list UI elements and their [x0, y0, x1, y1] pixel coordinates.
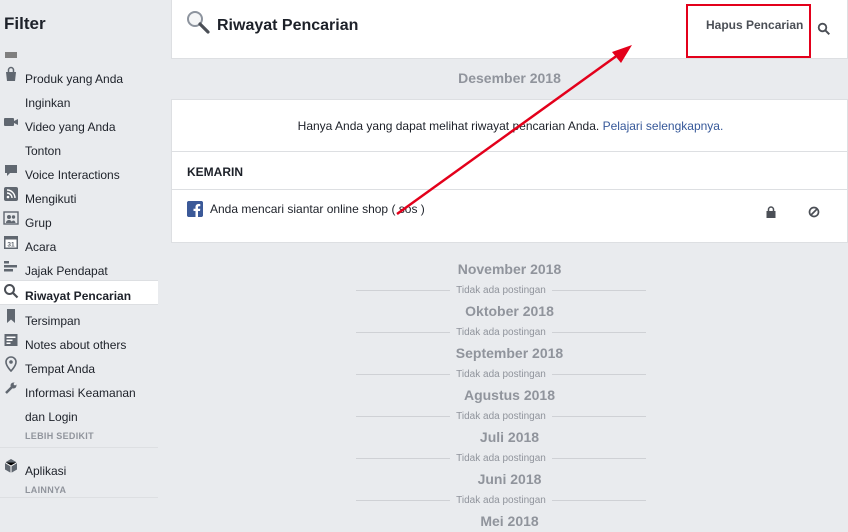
month-heading: Juni 2018 [477, 471, 542, 487]
video-camera-icon [4, 118, 18, 126]
sidebar-item-acara[interactable]: 31 Acara [0, 232, 158, 256]
month-heading: Agustus 2018 [463, 387, 556, 403]
sidebar-divider [0, 497, 158, 498]
svg-text:31: 31 [7, 242, 15, 249]
shopping-bag-icon [6, 66, 16, 81]
month-heading: November 2018 [457, 261, 562, 277]
sidebar-item-tempat[interactable]: Tempat Anda [0, 354, 158, 378]
section-title: KEMARIN [187, 165, 243, 179]
empty-label: Tidak ada postingan [171, 327, 831, 338]
partial-icon [5, 52, 17, 58]
month-heading: Juli 2018 [479, 429, 540, 445]
sidebar-item-tersimpan[interactable]: Tersimpan [0, 306, 158, 330]
empty-label: Tidak ada postingan [171, 411, 831, 422]
search-entry-text[interactable]: Anda mencari siantar online shop ( sos ) [210, 202, 425, 216]
sidebar-item-notes[interactable]: Notes about others [0, 330, 158, 354]
empty-label: Tidak ada postingan [171, 495, 831, 506]
group-icon [3, 211, 19, 225]
search-icon [4, 284, 19, 299]
sidebar-title: Filter [4, 14, 46, 33]
cube-icon [4, 459, 18, 473]
less-link[interactable]: LEBIH SEDIKIT [25, 431, 94, 441]
header-card: Riwayat Pencarian Hapus Pencarian [171, 0, 848, 59]
month-heading: Desember 2018 [458, 70, 561, 86]
remove-icon[interactable] [808, 206, 820, 218]
month-heading: Oktober 2018 [465, 303, 554, 319]
sidebar-item-produk[interactable]: Produk yang Anda Inginkan [0, 64, 158, 112]
sidebar-item-mengikuti[interactable]: Mengikuti [0, 184, 158, 208]
sidebar-item-jajak[interactable]: Jajak Pendapat [0, 256, 158, 280]
facebook-icon [187, 201, 203, 217]
bookmark-icon [7, 309, 15, 323]
calendar-icon: 31 [4, 236, 18, 249]
page-title: Riwayat Pencarian [217, 17, 359, 34]
empty-label: Tidak ada postingan [171, 285, 831, 296]
more-link[interactable]: LAINNYA [25, 485, 66, 495]
note-icon [4, 334, 18, 346]
sidebar-item-aplikasi[interactable]: Aplikasi [0, 456, 158, 480]
rss-icon [4, 187, 18, 201]
search-history-card: Hanya Anda yang dapat melihat riwayat pe… [171, 99, 848, 243]
sidebar: Filter Produk yang Anda Inginkan Video y… [0, 0, 158, 532]
sidebar-item-keamanan[interactable]: Informasi Keamanan dan Login [0, 378, 158, 426]
sidebar-item-voice[interactable]: Voice Interactions [0, 160, 158, 184]
month-heading: Mei 2018 [480, 513, 539, 529]
sidebar-item-grup[interactable]: Grup [0, 208, 158, 232]
month-heading: September 2018 [455, 345, 564, 361]
section-divider [172, 151, 847, 152]
speech-bubble-icon [5, 165, 17, 176]
annotation-highlight-box [686, 4, 811, 58]
magnifier-icon [187, 11, 210, 34]
sidebar-divider [0, 447, 158, 448]
empty-label: Tidak ada postingan [171, 369, 831, 380]
lock-icon[interactable] [765, 206, 777, 218]
sidebar-item-riwayat[interactable]: Riwayat Pencarian [0, 280, 158, 305]
sidebar-item-video[interactable]: Video yang Anda Tonton [0, 112, 158, 160]
privacy-notice: Hanya Anda yang dapat melihat riwayat pe… [297, 119, 724, 133]
wrench-icon [5, 382, 17, 394]
search-icon[interactable] [817, 22, 831, 36]
poll-icon [4, 261, 17, 272]
empty-label: Tidak ada postingan [171, 453, 831, 464]
location-pin-icon [5, 356, 17, 372]
section-divider [172, 189, 847, 190]
learn-more-link[interactable]: Pelajari selengkapnya. [603, 119, 724, 133]
